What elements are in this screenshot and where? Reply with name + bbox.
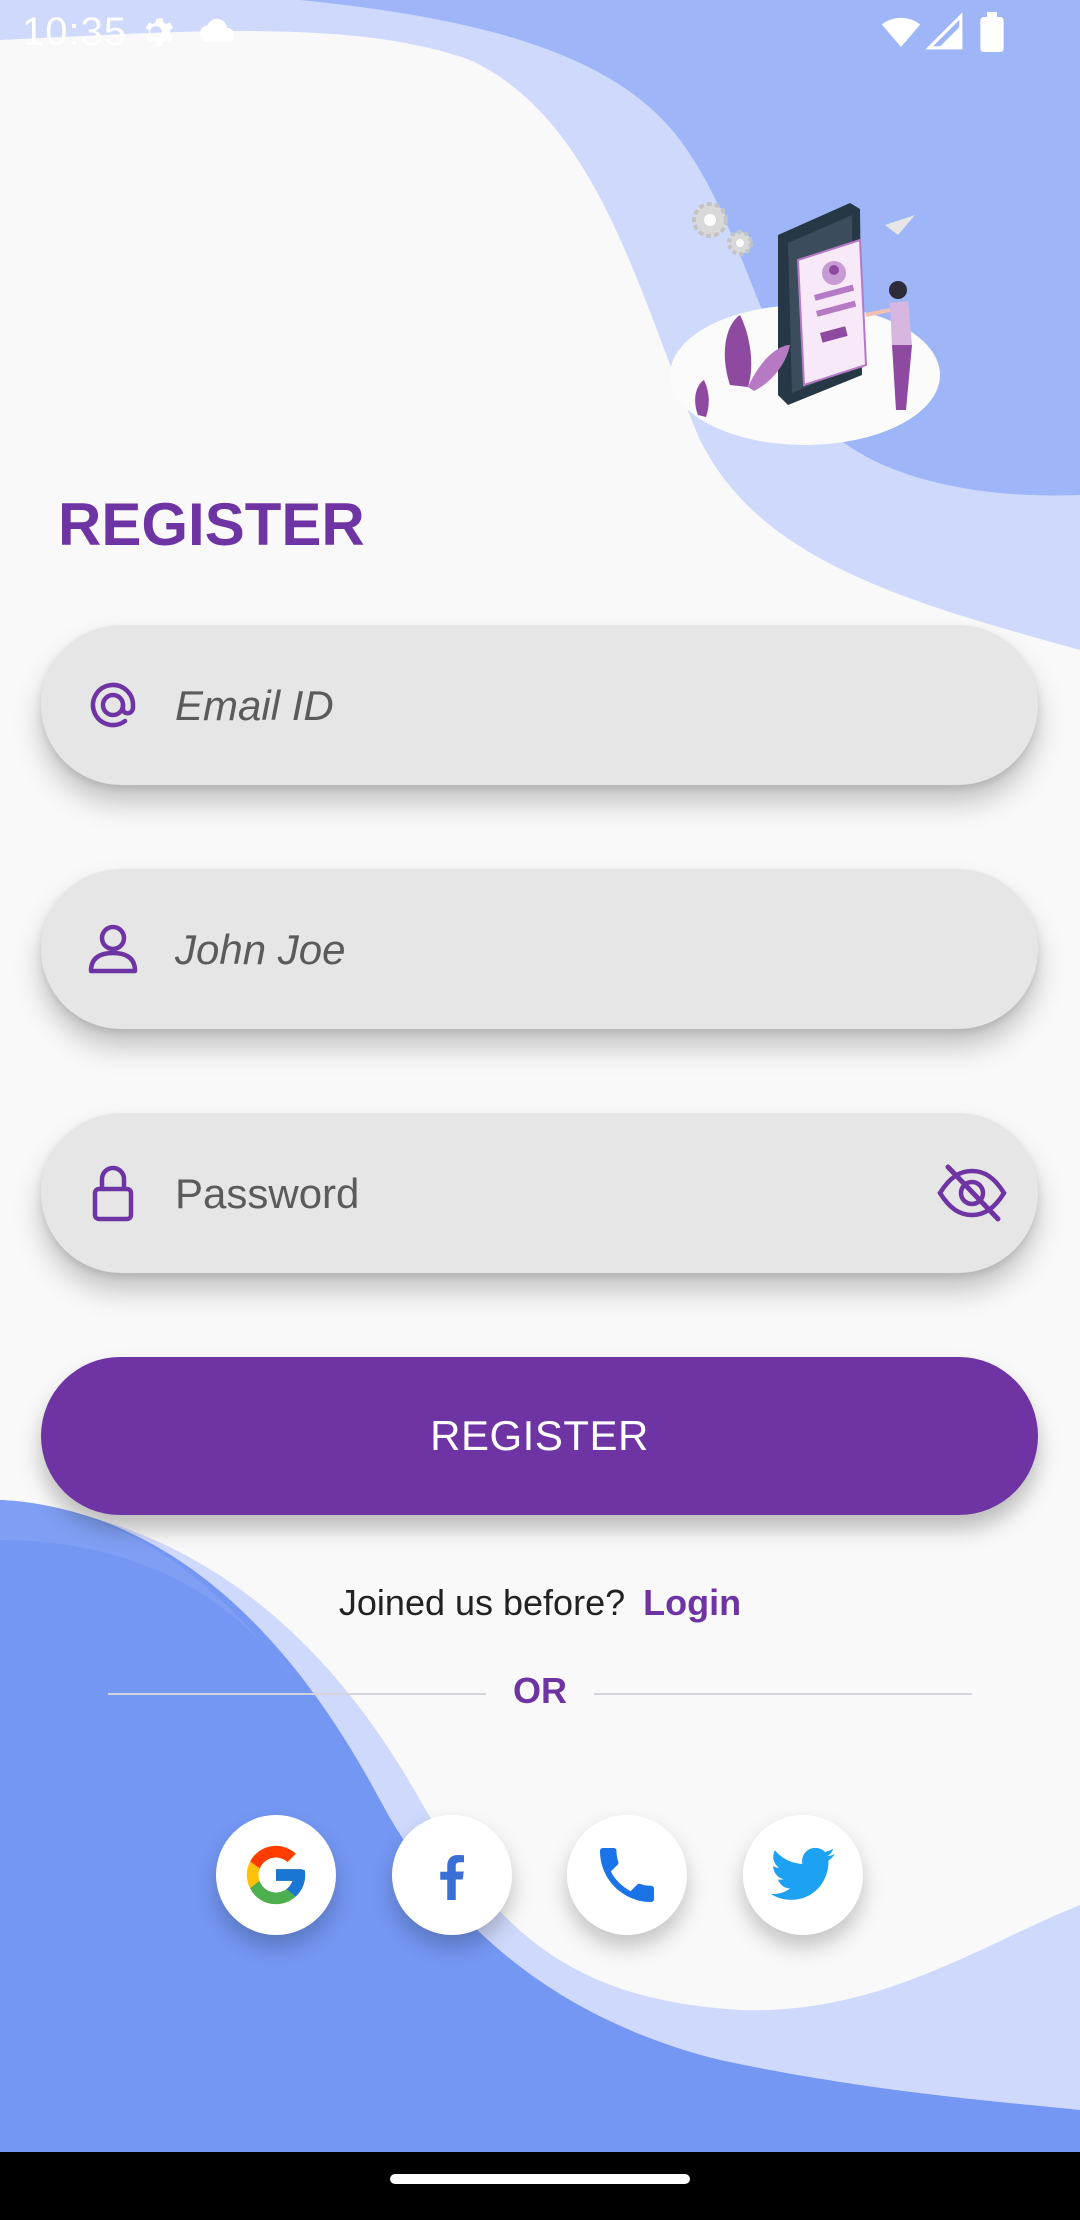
registration-illustration: [670, 202, 940, 445]
home-gesture-handle[interactable]: [390, 2174, 690, 2184]
at-sign-icon: [90, 682, 136, 728]
email-field[interactable]: [41, 625, 1038, 785]
password-input[interactable]: [173, 1153, 877, 1235]
twitter-login-button[interactable]: [743, 1815, 863, 1935]
cloud-icon: [199, 18, 235, 43]
settings-icon: [145, 18, 174, 46]
or-divider-text: OR: [513, 1670, 567, 1711]
cellular-signal-icon: [926, 12, 963, 50]
navigation-bar: [0, 2152, 1080, 2220]
facebook-icon: [440, 1855, 464, 1900]
facebook-login-button[interactable]: [392, 1815, 512, 1935]
login-prompt: Joined us before? Login: [0, 1582, 1080, 1624]
name-input[interactable]: [173, 909, 877, 991]
register-button[interactable]: REGISTER: [41, 1357, 1038, 1515]
login-link[interactable]: Login: [643, 1582, 741, 1623]
status-bar: 10:35: [0, 0, 1080, 64]
google-icon: [246, 1845, 306, 1905]
password-field[interactable]: [41, 1113, 1038, 1273]
name-field[interactable]: [41, 869, 1038, 1029]
battery-icon: [980, 12, 1004, 52]
login-prompt-text: Joined us before?: [338, 1582, 626, 1623]
wifi-icon: [881, 17, 921, 47]
twitter-icon: [770, 1847, 836, 1900]
email-input[interactable]: [173, 665, 877, 747]
status-time: 10:35: [22, 10, 128, 54]
eye-off-icon[interactable]: [936, 1161, 1008, 1225]
google-login-button[interactable]: [216, 1815, 336, 1935]
phone-login-button[interactable]: [567, 1815, 687, 1935]
page-title: REGISTER: [58, 491, 365, 558]
person-icon: [88, 924, 138, 974]
lock-icon: [92, 1165, 134, 1222]
divider-right: [594, 1693, 972, 1695]
phone-icon: [600, 1848, 654, 1902]
divider-left: [108, 1693, 486, 1695]
